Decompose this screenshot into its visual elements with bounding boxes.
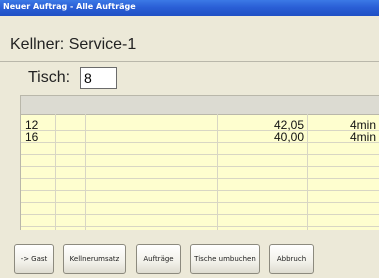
empty-row bbox=[21, 215, 379, 227]
empty-row bbox=[21, 179, 379, 191]
empty-row bbox=[21, 143, 379, 155]
empty-row bbox=[21, 203, 379, 215]
window-title: Neuer Auftrag - Alle Aufträge bbox=[3, 2, 136, 11]
guest-button-label: Gast bbox=[31, 255, 48, 263]
button-bar: -> Gast Kellnerumsatz Aufträge Tische umb… bbox=[0, 233, 379, 278]
header-divider bbox=[0, 61, 379, 62]
order-elapsed-time: 4min bbox=[349, 130, 376, 144]
empty-row bbox=[21, 191, 379, 203]
table-label: Tisch: bbox=[28, 69, 71, 86]
order-row[interactable]: 16 40,00 4min bbox=[21, 131, 379, 143]
orders-button[interactable]: Aufträge bbox=[136, 244, 181, 274]
arrow-right-icon: -> bbox=[20, 255, 30, 263]
orders-grid: 12 42,05 4min 16 40,00 4min bbox=[20, 95, 379, 230]
empty-row bbox=[21, 155, 379, 167]
order-table-number: 16 bbox=[25, 130, 39, 144]
order-elapsed-time: 4min bbox=[349, 118, 376, 132]
cancel-button[interactable]: Abbruch bbox=[269, 244, 314, 274]
order-amount: 42,05 bbox=[273, 118, 304, 132]
grid-header bbox=[21, 96, 379, 115]
move-tables-button[interactable]: Tische umbuchen bbox=[190, 244, 260, 274]
guest-button[interactable]: -> Gast bbox=[14, 244, 54, 274]
order-row[interactable]: 12 42,05 4min bbox=[21, 119, 379, 131]
table-number-input[interactable]: 8 bbox=[80, 67, 117, 89]
waiter-sales-button[interactable]: Kellnerumsatz bbox=[63, 244, 126, 274]
order-window: Neuer Auftrag - Alle Aufträge Kellner: S… bbox=[0, 0, 379, 278]
title-bar: Neuer Auftrag - Alle Aufträge bbox=[0, 0, 379, 16]
order-table-number: 12 bbox=[25, 118, 39, 132]
order-amount: 40,00 bbox=[273, 130, 304, 144]
waiter-label: Kellner: Service-1 bbox=[10, 36, 137, 53]
empty-row bbox=[21, 167, 379, 179]
